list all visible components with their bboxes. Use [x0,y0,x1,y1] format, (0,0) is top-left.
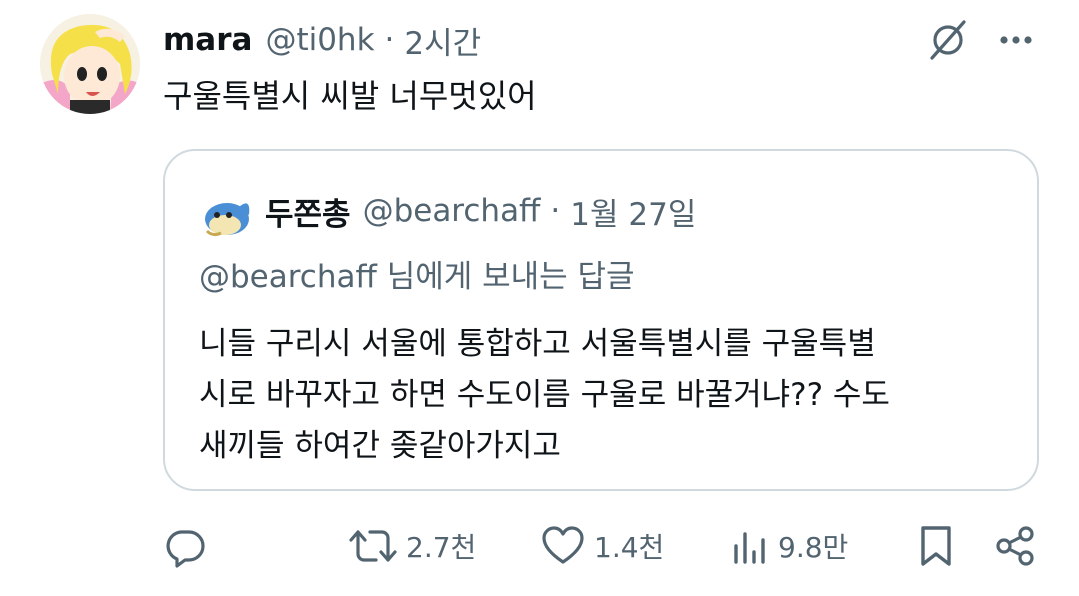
bookmark-icon [921,526,951,566]
quoted-timestamp[interactable]: 1월 27일 [570,189,696,234]
author-name[interactable]: mara [163,22,252,58]
tweet-timestamp[interactable]: 2시간 [404,18,481,63]
author-handle[interactable]: @ti0hk [265,22,374,58]
share-button[interactable] [994,516,1038,576]
grok-icon [930,20,966,60]
retweet-button[interactable]: 2.7천 [348,516,476,576]
reply-to-label: @bearchaff 님에게 보내는 답글 [199,259,635,295]
quoted-author-name[interactable]: 두쫀총 [265,189,351,234]
tweet-text: 구울특별시 씨발 너무멋있어 [163,77,537,115]
quoted-text-line: 니들 구리시 서울에 통합하고 서울특별시를 구울특별 [199,326,876,362]
quoted-author-avatar[interactable] [199,187,253,241]
bookmark-button[interactable] [916,516,956,576]
action-bar: 2.7천 1.4천 9.8만 [0,516,1079,576]
quoted-header: 두쫀총 @bearchaff · 1월 27일 [265,189,696,233]
tweet[interactable]: mara @ti0hk · 2시간 구울특별시 씨발 너무멋있어 두쫀총 @be… [0,0,1079,596]
reply-button[interactable] [163,516,207,576]
more-icon [1000,36,1032,44]
quoted-text-line: 새끼들 하여간 좆같아가지고 [199,428,561,464]
quoted-tweet[interactable]: 두쫀총 @bearchaff · 1월 27일 @bearchaff 님에게 보… [163,149,1039,491]
avatar-image [40,14,140,114]
share-icon [996,526,1034,566]
views-icon [734,532,765,564]
retweet-count: 2.7천 [406,531,477,564]
quoted-avatar-image [205,203,250,237]
quoted-text-line: 시로 바꾸자고 하면 수도이름 구울로 바꿀거냐?? 수도 [199,377,890,413]
like-button[interactable]: 1.4천 [540,516,664,576]
tweet-header: mara @ti0hk · 2시간 [163,18,481,62]
more-button[interactable] [992,16,1040,64]
like-count: 1.4천 [594,531,665,564]
retweet-icon [349,530,397,562]
grok-button[interactable] [924,16,972,64]
quoted-tweet-text: 니들 구리시 서울에 통합하고 서울특별시를 구울특별 시로 바꾸자고 하면 수… [199,319,1019,472]
views-count: 9.8만 [778,531,849,564]
author-avatar[interactable] [40,14,140,114]
separator-dot: · [550,193,561,229]
reply-icon [166,530,205,568]
views-button[interactable]: 9.8만 [730,516,848,576]
separator-dot: · [384,22,395,58]
quoted-author-handle[interactable]: @bearchaff [363,193,541,229]
heart-icon [542,526,584,564]
